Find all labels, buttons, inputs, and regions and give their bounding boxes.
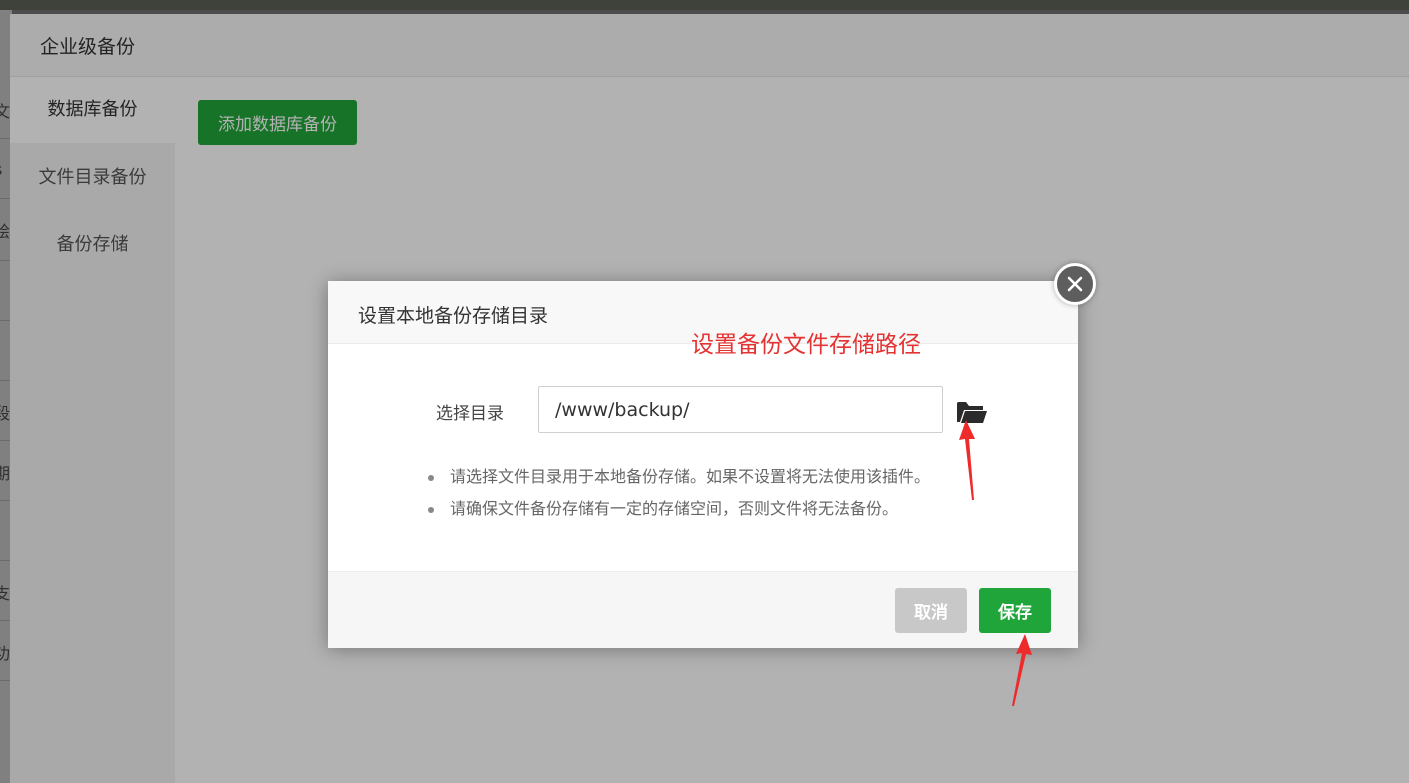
dialog-footer: 取消 保存	[328, 571, 1078, 648]
tip-item: 请确保文件备份存储有一定的存储空间，否则文件将无法备份。	[424, 493, 930, 525]
annotation-arrow-folder	[959, 420, 975, 500]
save-button[interactable]: 保存	[979, 588, 1051, 633]
cancel-button[interactable]: 取消	[895, 588, 967, 633]
close-icon	[1067, 276, 1083, 292]
tips-list: 请选择文件目录用于本地备份存储。如果不设置将无法使用该插件。 请确保文件备份存储…	[424, 461, 930, 525]
annotation-arrow-save	[1012, 634, 1032, 706]
dialog-title: 设置本地备份存储目录	[358, 305, 549, 327]
tip-item: 请选择文件目录用于本地备份存储。如果不设置将无法使用该插件。	[424, 461, 930, 493]
directory-label: 选择目录	[436, 404, 504, 424]
annotation-text: 设置备份文件存储路径	[691, 332, 921, 358]
dialog-close-button[interactable]	[1054, 263, 1096, 305]
directory-path-input[interactable]	[538, 386, 943, 433]
